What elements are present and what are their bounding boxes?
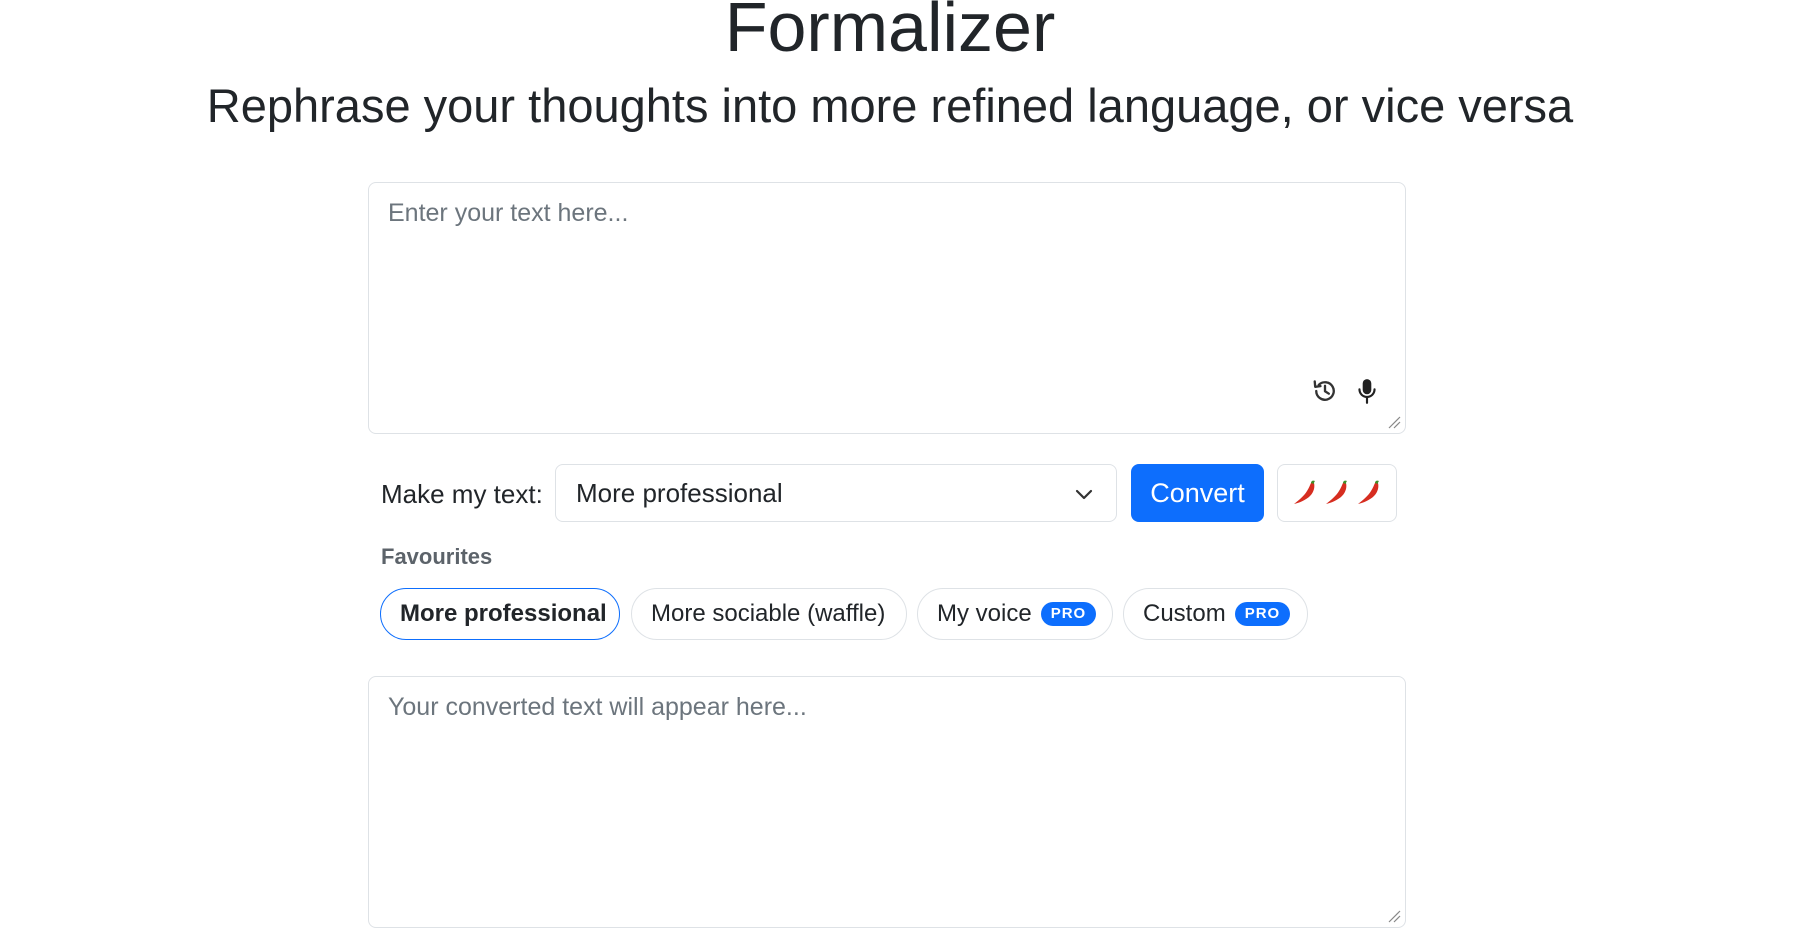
favourite-chip-more-professional[interactable]: More professional xyxy=(380,588,620,640)
favourite-chip-more-sociable[interactable]: More sociable (waffle) xyxy=(631,588,907,640)
mode-select[interactable]: More professional xyxy=(555,464,1117,522)
pro-badge: PRO xyxy=(1040,602,1097,626)
favourite-chip-label: More professional xyxy=(400,600,607,627)
chevron-down-icon xyxy=(1075,489,1093,500)
formalizer-page: Formalizer Rephrase your thoughts into m… xyxy=(0,0,1804,932)
favourite-chip-label: More sociable (waffle) xyxy=(651,600,886,627)
chili-pepper-icon xyxy=(1294,480,1315,504)
make-my-text-label: Make my text: xyxy=(381,479,543,509)
output-text-container xyxy=(368,676,1406,928)
favourite-chip-custom[interactable]: Custom PRO xyxy=(1123,588,1308,640)
history-icon[interactable] xyxy=(1310,376,1340,406)
microphone-icon[interactable] xyxy=(1352,376,1382,406)
pro-badge: PRO xyxy=(1234,602,1291,626)
mode-select-value: More professional xyxy=(576,478,783,508)
input-text-container xyxy=(368,182,1406,434)
output-textarea[interactable] xyxy=(369,677,1405,927)
favourite-chip-label: My voice xyxy=(937,600,1032,627)
convert-button[interactable]: Convert xyxy=(1131,464,1264,522)
chili-pepper-icon xyxy=(1358,480,1379,504)
input-textarea[interactable] xyxy=(369,183,1405,433)
resize-grip-icon[interactable] xyxy=(1387,909,1401,923)
conversion-controls: Make my text: More professional Convert xyxy=(381,464,1397,524)
page-subtitle: Rephrase your thoughts into more refined… xyxy=(206,79,1574,132)
favourites-heading: Favourites xyxy=(381,544,493,569)
spice-level-button[interactable] xyxy=(1277,464,1397,522)
page-title: Formalizer xyxy=(724,0,1056,66)
chili-pepper-icon xyxy=(1326,480,1347,504)
favourite-chip-my-voice[interactable]: My voice PRO xyxy=(917,588,1113,640)
favourite-chip-label: Custom xyxy=(1143,600,1226,627)
resize-grip-icon[interactable] xyxy=(1387,415,1401,429)
